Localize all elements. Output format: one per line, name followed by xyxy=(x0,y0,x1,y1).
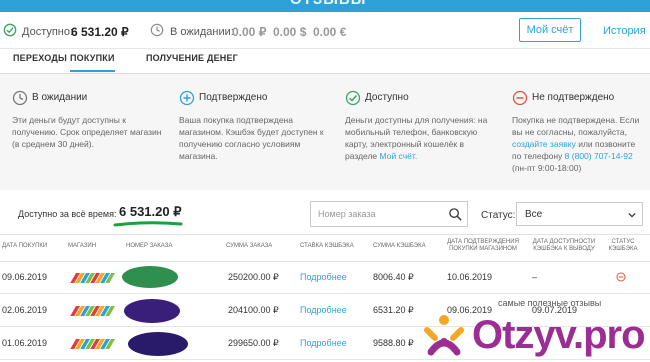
details-link[interactable]: Подробнее xyxy=(300,305,347,315)
tab-transitions[interactable]: ПЕРЕХОДЫ xyxy=(13,53,67,63)
legend-available-title: Доступно xyxy=(365,92,409,103)
available-label: Доступно: xyxy=(22,26,74,38)
watermark-brand: Otzyv.pro xyxy=(472,313,646,357)
col-shop: МАГАЗИН xyxy=(68,243,97,249)
available-value: 6 531.20 ₽ xyxy=(71,25,129,39)
clock-icon xyxy=(150,23,164,37)
available-date: – xyxy=(532,272,538,282)
purchase-date: 09.06.2019 xyxy=(2,272,48,282)
col-cashback-status: СТАТУС КЭШБЭКА xyxy=(608,239,638,252)
check-circle-icon xyxy=(3,23,17,37)
order-amount: 299650.00 ₽ xyxy=(228,338,279,348)
cashback-amount: 9588.80 ₽ xyxy=(373,338,414,348)
redacted-order-number xyxy=(128,332,188,356)
shop-logo xyxy=(70,273,115,283)
minus-circle-icon xyxy=(616,272,626,282)
summary-bar: Доступно за всё время: 6 531.20 ₽ Номер … xyxy=(0,190,650,234)
cashback-amount: 8006.40 ₽ xyxy=(373,272,414,282)
otzyv-logo-icon xyxy=(424,315,464,356)
table-header: ДАТА ПОКУПКИ МАГАЗИН НОМЕР ЗАКАЗА СУММА … xyxy=(0,234,650,262)
chevron-down-icon xyxy=(628,212,636,218)
shop-logo xyxy=(70,339,115,349)
pending-label: В ожидании: xyxy=(170,26,234,38)
check-circle-icon xyxy=(345,90,361,106)
legend-rejected-text: Покупка не подтверждена. Если вы не согл… xyxy=(512,115,640,173)
plus-circle-icon xyxy=(179,90,195,106)
my-account-link[interactable]: Мой счёт. xyxy=(380,151,418,161)
pending-rub: 0.00 ₽ xyxy=(232,25,267,39)
cashback-amount: 6531.20 ₽ xyxy=(373,305,414,315)
legend-pending-title: В ожидании xyxy=(32,92,88,103)
phone-link[interactable]: 8 (800) 707-14-92 xyxy=(565,151,633,161)
total-available-label: Доступно за всё время: xyxy=(18,209,117,219)
legend-confirmed-title: Подтверждено xyxy=(199,92,268,103)
legend-available-text: Деньги доступны для получения: на мобиль… xyxy=(345,115,488,161)
highlight-underline xyxy=(113,221,183,227)
order-search-placeholder: Номер заказа xyxy=(318,209,376,219)
tabs: ПЕРЕХОДЫ ПОКУПКИ ПОЛУЧЕНИЕ ДЕНЕГ xyxy=(0,48,650,74)
col-confirm-date: ДАТА ПОДТВЕРЖДЕНИЯ ПОКУПКИ МАГАЗИНОМ xyxy=(447,239,519,252)
total-available-value: 6 531.20 ₽ xyxy=(119,204,182,219)
status-legend: В ожидании Эти деньги будут доступны к п… xyxy=(0,74,650,190)
col-order-amount: СУММА ЗАКАЗА xyxy=(226,243,273,249)
tab-purchases[interactable]: ПОКУПКИ xyxy=(70,53,115,72)
top-banner: ОТЗЫВЫ xyxy=(0,0,650,12)
details-link[interactable]: Подробнее xyxy=(300,272,347,282)
order-amount: 250200.00 ₽ xyxy=(228,272,279,282)
status-filter-select[interactable]: Все xyxy=(516,202,643,226)
order-amount: 204100.00 ₽ xyxy=(228,305,279,315)
minus-circle-icon xyxy=(512,90,528,106)
status-filter-value: Все xyxy=(525,209,543,220)
pending-usd: 0.00 $ xyxy=(273,25,307,39)
col-cashback-rate: СТАВКА КЭШБЭКА xyxy=(300,243,354,249)
redacted-order-number xyxy=(124,299,180,323)
purchase-date: 02.06.2019 xyxy=(2,305,48,315)
details-link[interactable]: Подробнее xyxy=(300,338,347,348)
shop-logo xyxy=(70,306,115,316)
table-row[interactable]: 09.06.2019 250200.00 ₽ Подробнее 8006.40… xyxy=(0,262,650,294)
legend-rejected-title: Не подтверждено xyxy=(532,92,615,103)
my-account-button[interactable]: Мой счёт xyxy=(519,18,581,42)
create-request-link[interactable]: создайте заявку xyxy=(512,139,576,149)
redacted-order-number xyxy=(122,266,178,288)
clock-icon xyxy=(12,90,28,106)
search-icon[interactable] xyxy=(448,207,463,222)
col-purchase-date: ДАТА ПОКУПКИ xyxy=(2,243,48,249)
status-filter-label: Статус: xyxy=(481,210,516,221)
tab-payouts[interactable]: ПОЛУЧЕНИЕ ДЕНЕГ xyxy=(146,53,238,63)
order-search-input[interactable]: Номер заказа xyxy=(310,201,468,227)
legend-confirmed-text: Ваша покупка подтверждена магазином. Кэш… xyxy=(179,115,324,161)
history-link[interactable]: История xyxy=(603,25,646,37)
watermark-caption: самые полезные отзывы xyxy=(498,298,602,308)
col-available-date: ДАТА ДОСТУПНОСТИ КЭШБЭКА К ВЫВОДУ xyxy=(532,239,596,252)
col-cashback-amount: СУММА КЭШБЭКА xyxy=(373,243,426,249)
pending-eur: 0.00 € xyxy=(313,25,347,39)
top-banner-title: ОТЗЫВЫ xyxy=(290,0,366,8)
col-order-number: НОМЕР ЗАКАЗА xyxy=(126,243,173,249)
purchase-date: 01.06.2019 xyxy=(2,338,48,348)
page: ОТЗЫВЫ Доступно: 6 531.20 ₽ В ожидании: … xyxy=(0,0,650,362)
legend-pending-text: Эти деньги будут доступны к получению. С… xyxy=(12,115,162,149)
confirm-date: 10.06.2019 xyxy=(447,272,493,282)
